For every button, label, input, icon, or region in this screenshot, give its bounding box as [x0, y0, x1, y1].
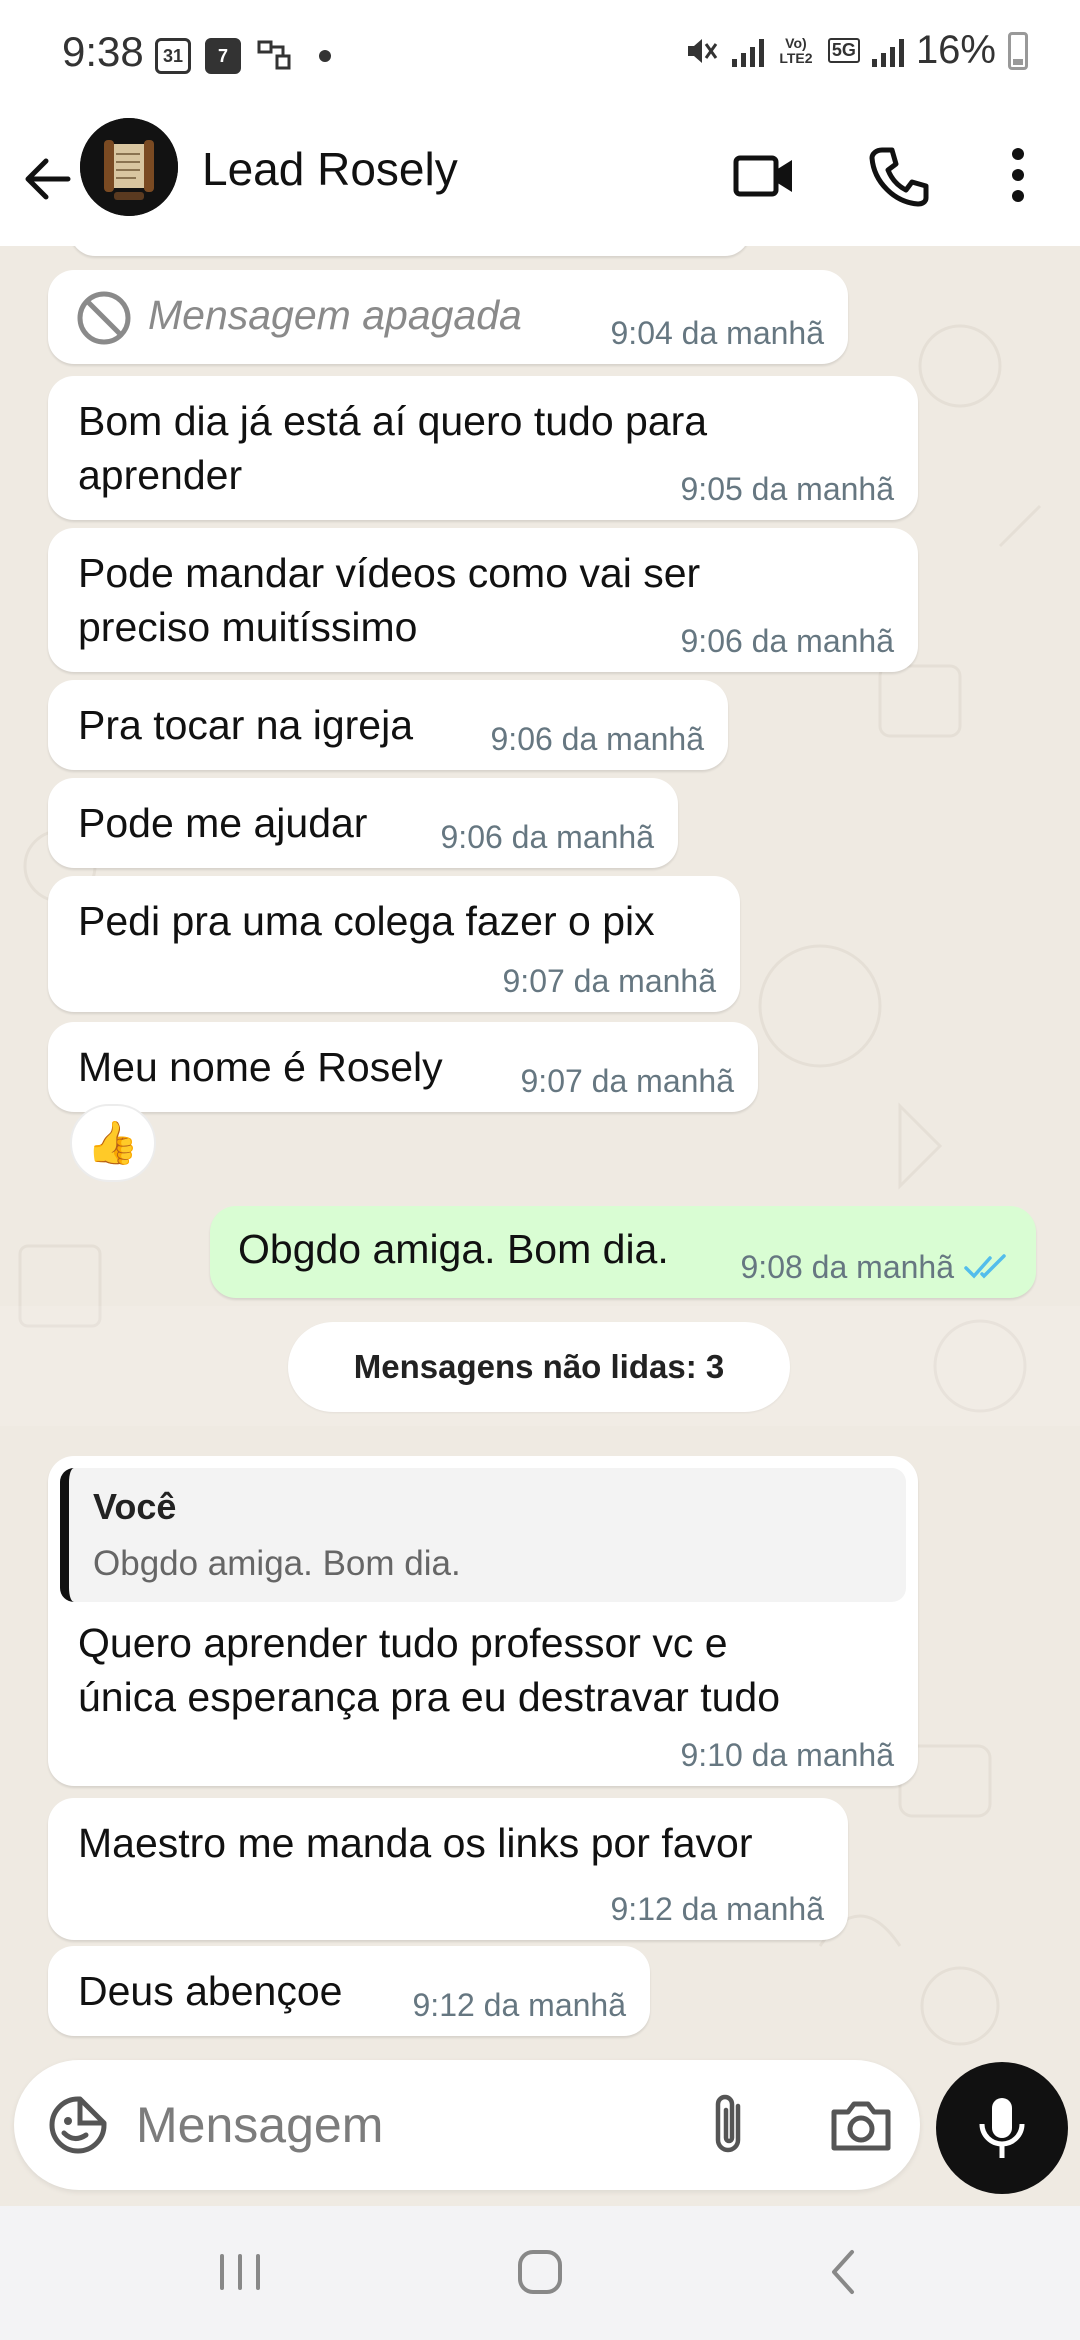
recent-apps-icon[interactable]: [210, 2242, 270, 2302]
message-text: Bom dia já está aí quero tudo para apren…: [78, 398, 708, 498]
outgoing-message-bubble[interactable]: Obgdo amiga. Bom dia. 9:08 da manhã: [210, 1206, 1036, 1298]
message-time: 9:07 da manhã: [502, 963, 717, 999]
message-time: 9:06 da manhã: [440, 819, 655, 855]
battery-percent: 16%: [915, 28, 996, 72]
mute-icon: [687, 38, 718, 63]
message-text: Pra tocar na igreja: [78, 702, 414, 748]
video-call-icon[interactable]: [730, 140, 800, 210]
message-bubble[interactable]: Deus abençoe 9:12 da manhã: [48, 1946, 650, 2036]
message-time: 9:07 da manhã: [520, 1063, 735, 1099]
microphone-icon: [979, 2098, 1025, 2158]
status-time: 9:38: [62, 28, 144, 75]
status-bar: 9:38 31 7 Vo) LTE2 5G 16%: [0, 0, 1080, 112]
quoted-author: Você: [93, 1486, 177, 1527]
reaction-emoji[interactable]: 👍: [70, 1104, 156, 1182]
system-navigation-bar: [0, 2206, 1080, 2340]
message-bubble[interactable]: Pra tocar na igreja 9:06 da manhã: [48, 680, 728, 770]
home-icon[interactable]: [510, 2242, 570, 2302]
calendar-icon: 31: [155, 38, 191, 74]
message-time: 9:12 da manhã: [412, 1987, 627, 2023]
unread-divider: Mensagens não lidas: 3: [288, 1322, 790, 1412]
message-input-bar[interactable]: Mensagem: [14, 2060, 920, 2190]
message-bubble[interactable]: Meu nome é Rosely 9:07 da manhã: [48, 1022, 758, 1112]
partial-message-bubble: [70, 246, 750, 256]
message-bubble[interactable]: Maestro me manda os links por favor 9:12…: [48, 1798, 848, 1940]
scroll-avatar-icon: [80, 118, 178, 216]
message-text: Mensagem apagada: [148, 292, 522, 338]
status-left-icons: 31 7: [155, 36, 331, 76]
reply-message-bubble[interactable]: Você Obgdo amiga. Bom dia. Quero aprende…: [48, 1456, 918, 1786]
deleted-message-bubble[interactable]: Mensagem apagada 9:04 da manhã: [48, 270, 848, 364]
notification-badge-icon: 7: [205, 38, 241, 74]
deleted-icon: [77, 291, 131, 345]
cast-icon: [257, 40, 291, 70]
phone-call-icon[interactable]: [864, 140, 934, 210]
message-bubble[interactable]: Pode me ajudar 9:06 da manhã: [48, 778, 678, 868]
volte-label: Vo) LTE2: [779, 34, 813, 66]
avatar[interactable]: [80, 118, 178, 216]
message-time: 9:06 da manhã: [490, 721, 705, 757]
more-options-icon[interactable]: [984, 140, 1034, 210]
sticker-icon[interactable]: [46, 2093, 110, 2157]
attach-icon[interactable]: [704, 2090, 754, 2160]
chat-area[interactable]: Mensagem apagada 9:04 da manhã Bom dia j…: [0, 246, 1080, 2058]
message-time: 9:12 da manhã: [610, 1891, 825, 1927]
message-text: Obgdo amiga. Bom dia.: [238, 1226, 669, 1272]
voice-record-button[interactable]: [936, 2062, 1068, 2194]
message-time: 9:08 da manhã: [740, 1249, 955, 1285]
message-time: 9:04 da manhã: [610, 315, 825, 351]
status-right-icons: Vo) LTE2 5G 16%: [682, 28, 1028, 73]
network-type: 5G: [827, 38, 860, 63]
signal-icon-2: [871, 35, 904, 67]
back-arrow-icon[interactable]: [20, 144, 80, 214]
message-bubble[interactable]: Pode mandar vídeos como vai ser preciso …: [48, 528, 918, 672]
message-bubble[interactable]: Pedi pra uma colega fazer o pix 9:07 da …: [48, 876, 740, 1012]
message-text: Pode mandar vídeos como vai ser preciso …: [78, 550, 701, 650]
chat-header: Lead Rosely: [0, 112, 1080, 248]
battery-icon: [1008, 31, 1028, 70]
quoted-message[interactable]: Você Obgdo amiga. Bom dia.: [60, 1468, 906, 1602]
message-input[interactable]: Mensagem: [136, 2096, 383, 2154]
contact-name[interactable]: Lead Rosely: [202, 142, 458, 196]
message-text: Maestro me manda os links por favor: [78, 1820, 753, 1866]
message-text: Quero aprender tudo professor vc e única…: [78, 1620, 781, 1720]
message-text: Pedi pra uma colega fazer o pix: [78, 898, 655, 944]
read-ticks-icon: [964, 1254, 1006, 1279]
message-time: 9:10 da manhã: [680, 1737, 895, 1773]
camera-icon[interactable]: [826, 2096, 896, 2156]
back-nav-icon[interactable]: [814, 2242, 874, 2302]
status-dot: [319, 50, 331, 62]
message-text: Deus abençoe: [78, 1968, 343, 2014]
message-text: Meu nome é Rosely: [78, 1044, 443, 1090]
signal-icon: [731, 35, 764, 67]
quoted-text: Obgdo amiga. Bom dia.: [93, 1544, 461, 1583]
message-time: 9:05 da manhã: [680, 471, 895, 507]
message-time: 9:06 da manhã: [680, 623, 895, 659]
message-text: Pode me ajudar: [78, 800, 368, 846]
message-bubble[interactable]: Bom dia já está aí quero tudo para apren…: [48, 376, 918, 520]
